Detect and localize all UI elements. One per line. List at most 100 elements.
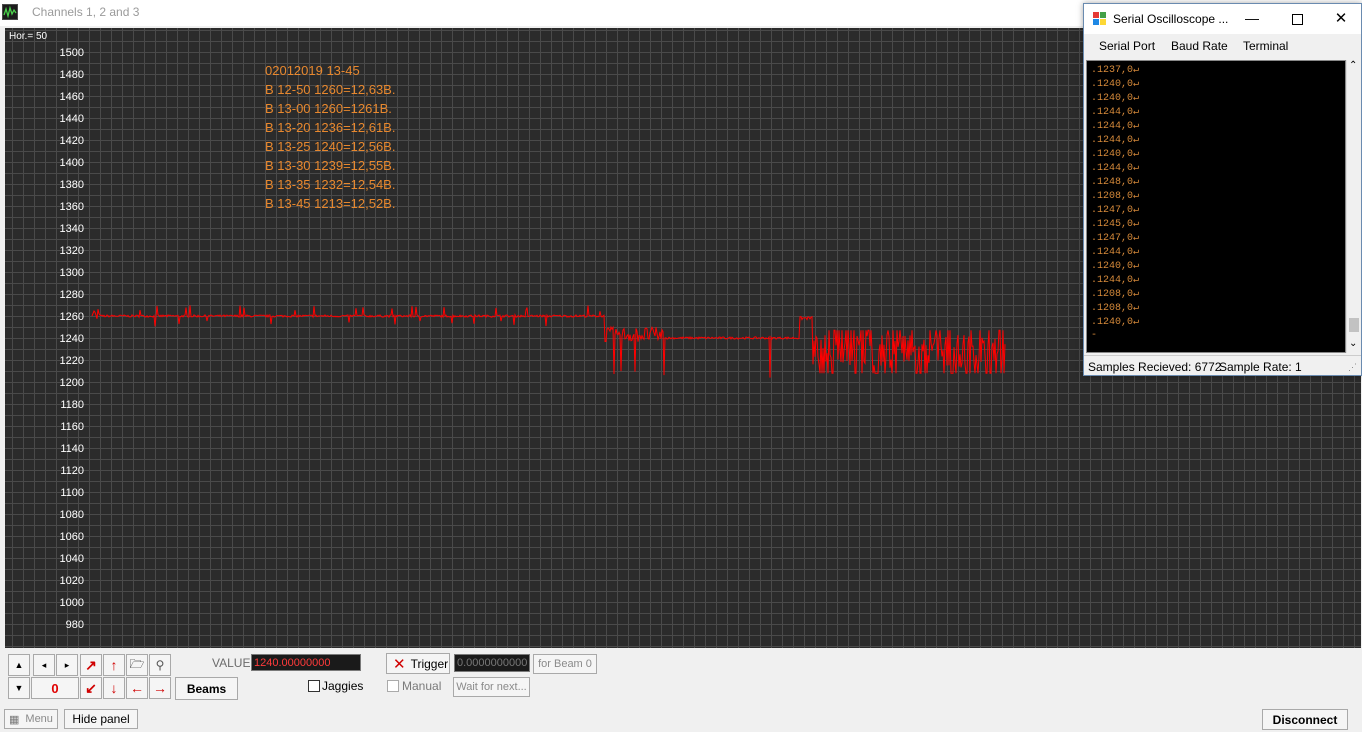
resize-grip-icon[interactable]: ⋰	[1348, 362, 1357, 373]
y-tick-label: 1160	[60, 421, 84, 433]
y-tick-label: 1340	[60, 223, 84, 235]
menu-baud-rate[interactable]: Baud Rate	[1171, 39, 1228, 53]
arrow-up-icon: ↑	[110, 657, 118, 673]
annotation-line: В 13-00 1260=1261В.	[265, 101, 392, 116]
scroll-right-button[interactable]: ▸	[56, 654, 78, 676]
arrow-left-icon: ←	[130, 680, 144, 696]
hide-panel-button[interactable]: Hide panel	[64, 709, 138, 729]
y-tick-label: 1460	[60, 91, 84, 103]
menu-serial-port[interactable]: Serial Port	[1099, 39, 1155, 53]
window-title: Channels 1, 2 and 3	[32, 5, 140, 19]
terminal-output[interactable]: .1237,0↵ .1240,0↵ .1240,0↵ .1244,0↵ .1244,0↵…	[1086, 60, 1346, 353]
maximize-button[interactable]	[1283, 6, 1311, 32]
arrow-up-right-icon: ↗	[85, 656, 97, 673]
terminal-line: .1244,0↵	[1091, 107, 1140, 118]
terminal-line: .1240,0↵	[1091, 261, 1140, 272]
y-tick-label: 1120	[60, 465, 84, 477]
close-icon: ✕	[1334, 10, 1348, 27]
annotation-line: В 13-30 1239=12,55В.	[265, 158, 395, 173]
terminal-line: .1208,0↵	[1091, 289, 1140, 300]
scroll-left-button[interactable]: ◂	[33, 654, 55, 676]
y-tick-label: 1140	[60, 443, 84, 455]
terminal-line: .1247,0↵	[1091, 205, 1140, 216]
trigger-value-field[interactable]	[454, 654, 530, 672]
terminal-line: .1248,0↵	[1091, 177, 1140, 188]
minimize-icon: —	[1245, 10, 1259, 26]
horizontal-scale-label: Hor.= 50	[9, 31, 48, 42]
arrow-down-left-icon: ↙	[85, 679, 97, 696]
beams-button[interactable]: Beams	[175, 677, 238, 700]
terminal-line: .1244,0↵	[1091, 121, 1140, 132]
manual-checkbox[interactable]	[387, 680, 399, 692]
magnifier-icon: ⚲	[155, 658, 165, 672]
oscilloscope-app-icon[interactable]	[2, 4, 18, 20]
y-tick-label: 1260	[60, 311, 84, 323]
zoom-button[interactable]: ⚲	[149, 654, 171, 676]
terminal-line: .1244,0↵	[1091, 247, 1140, 258]
shift-left-button[interactable]: ←	[126, 677, 148, 699]
close-x-icon: ✕	[393, 655, 406, 673]
terminal-line: .1244,0↵	[1091, 163, 1140, 174]
y-tick-label: 1500	[60, 47, 84, 59]
zoom-out-diagonal-button[interactable]: ↙	[80, 677, 102, 699]
y-tick-label: 1380	[60, 179, 84, 191]
y-tick-label: 1300	[60, 267, 84, 279]
terminal-line: .1208,0↵	[1091, 303, 1140, 314]
y-tick-label: 1400	[60, 157, 84, 169]
terminal-scrollbar[interactable]: ⌃ ⌄	[1346, 60, 1361, 353]
disconnect-button[interactable]: Disconnect	[1262, 709, 1348, 730]
menu-button[interactable]: ▦ Menu	[4, 709, 58, 729]
triangle-down-icon: ▼	[14, 683, 24, 693]
terminal-line: -	[1091, 330, 1098, 341]
annotation-line: 02012019 13-45	[265, 63, 360, 78]
stretch-up-button[interactable]: ↑	[103, 654, 125, 676]
close-button[interactable]: ✕	[1327, 6, 1355, 32]
trigger-label: Trigger	[410, 656, 449, 671]
terminal-line: .1240,0↵	[1091, 79, 1140, 90]
arrow-right-icon: →	[153, 680, 167, 696]
y-tick-label: 1060	[60, 531, 84, 543]
scroll-up-button[interactable]: ▲	[8, 654, 30, 676]
y-tick-label: 1420	[60, 135, 84, 147]
stretch-down-button[interactable]: ↓	[103, 677, 125, 699]
scrollbar-thumb[interactable]	[1349, 318, 1359, 332]
terminal-line: .1245,0↵	[1091, 219, 1140, 230]
value-label: VALUE:	[212, 656, 254, 670]
minimize-button[interactable]: —	[1237, 6, 1267, 32]
serial-title-bar: Serial Oscilloscope ... — ✕	[1084, 4, 1361, 34]
terminal-line: .1244,0↵	[1091, 135, 1140, 146]
y-tick-label: 1040	[60, 553, 84, 565]
scroll-up-arrow-icon[interactable]: ⌃	[1349, 60, 1357, 71]
y-tick-label: 1180	[60, 399, 84, 411]
y-tick-label: 1480	[60, 69, 84, 81]
trigger-button[interactable]: ✕ Trigger	[386, 653, 450, 674]
arrow-down-icon: ↓	[110, 680, 118, 696]
triangle-left-icon: ◂	[41, 659, 47, 670]
wait-for-next-button[interactable]: Wait for next...	[453, 677, 530, 697]
serial-oscilloscope-window: Serial Oscilloscope ... — ✕ Serial Port …	[1083, 3, 1362, 376]
serial-window-title: Serial Oscilloscope ...	[1113, 12, 1229, 26]
for-beam-button[interactable]: for Beam 0	[533, 654, 597, 674]
annotation-line: В 12-50 1260=12,63В.	[265, 82, 395, 97]
shift-right-button[interactable]: →	[149, 677, 171, 699]
y-tick-label: 1280	[60, 289, 84, 301]
y-tick-label: 1240	[60, 333, 84, 345]
scroll-down-button[interactable]: ▼	[8, 677, 30, 699]
beam-index-display[interactable]: 0	[31, 677, 79, 699]
value-field[interactable]	[251, 654, 361, 671]
scroll-down-arrow-icon[interactable]: ⌄	[1349, 338, 1357, 349]
y-tick-label: 1440	[60, 113, 84, 125]
menu-label: Menu	[25, 713, 53, 725]
samples-received: Samples Recieved: 6772	[1088, 360, 1222, 374]
y-tick-label: 1020	[60, 575, 84, 587]
open-file-button[interactable]: 🗁	[126, 654, 148, 676]
terminal-line: .1240,0↵	[1091, 93, 1140, 104]
zoom-in-diagonal-button[interactable]: ↗	[80, 654, 102, 676]
y-tick-label: 1220	[60, 355, 84, 367]
y-tick-label: 1100	[60, 487, 84, 499]
terminal-line: .1208,0↵	[1091, 191, 1140, 202]
menu-terminal[interactable]: Terminal	[1243, 39, 1288, 53]
serial-status-strip: Samples Recieved: 6772 Sample Rate: 1 ⋰	[1084, 355, 1361, 376]
jaggies-checkbox[interactable]	[308, 680, 320, 692]
annotation-line: В 13-20 1236=12,61В.	[265, 120, 395, 135]
